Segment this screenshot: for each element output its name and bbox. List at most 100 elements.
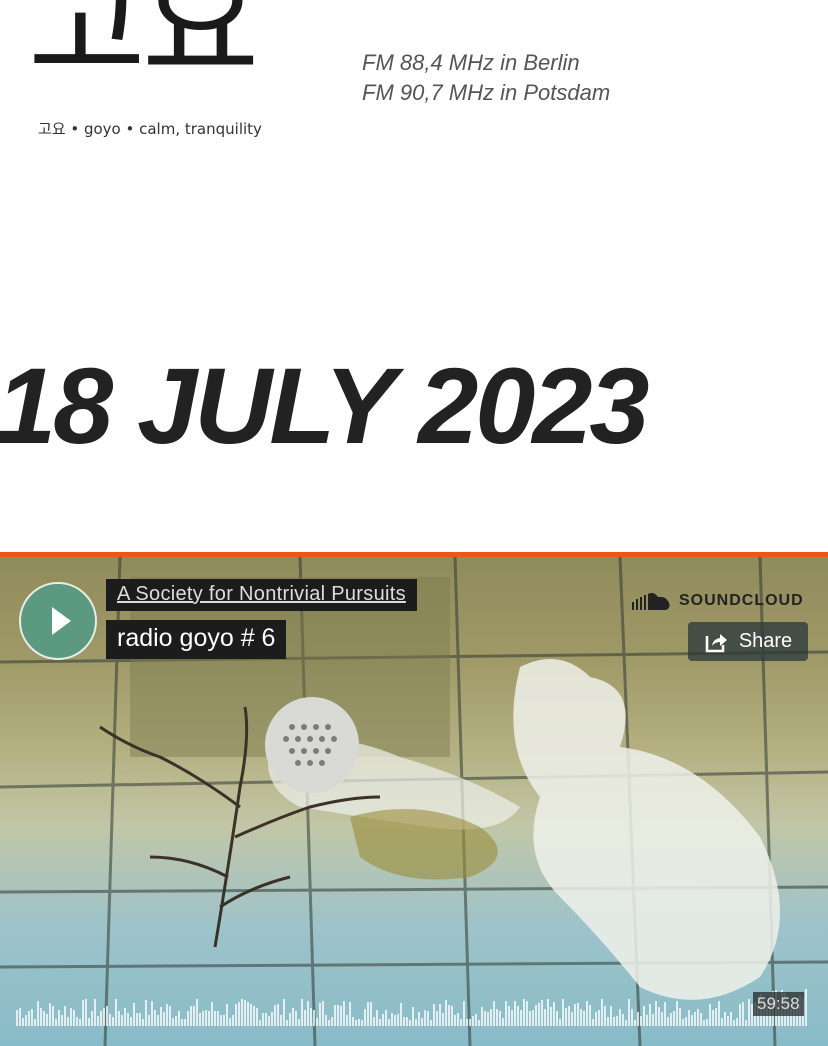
- waveform-bar: [523, 999, 525, 1026]
- waveform-bar: [172, 1018, 174, 1026]
- waveform-bar: [436, 1011, 438, 1026]
- waveform-bar: [190, 1006, 192, 1026]
- waveform-bar: [559, 1019, 561, 1026]
- waveform-bar: [208, 1011, 210, 1026]
- waveform-bar: [64, 1006, 66, 1026]
- waveform-bar: [22, 1018, 24, 1026]
- waveform-bar: [19, 1008, 21, 1026]
- waveform-bar: [505, 1001, 507, 1026]
- waveform-bar: [70, 1008, 72, 1026]
- waveform-bar: [274, 1005, 276, 1026]
- track-artist-link[interactable]: A Society for Nontrivial Pursuits: [106, 579, 417, 611]
- share-label: Share: [738, 630, 793, 652]
- waveform-bar: [607, 1017, 609, 1026]
- waveform-bar: [727, 1016, 729, 1026]
- waveform-bar: [85, 999, 87, 1026]
- waveform-bar: [466, 1019, 468, 1026]
- waveform-bar: [517, 1006, 519, 1026]
- waveform-bar: [655, 1001, 657, 1026]
- waveform-bar: [124, 1008, 126, 1026]
- waveform-bar: [490, 1009, 492, 1026]
- waveform-bar: [376, 1010, 378, 1026]
- waveform-bar: [535, 1005, 537, 1026]
- soundcloud-icon: [632, 593, 670, 610]
- waveform-bar: [241, 999, 243, 1026]
- waveform-bar: [202, 1011, 204, 1026]
- waveform-bar: [49, 1003, 51, 1026]
- waveform-bar: [562, 999, 564, 1026]
- waveform-bar: [718, 1001, 720, 1026]
- waveform-bar: [628, 999, 630, 1026]
- waveform-bar: [493, 1001, 495, 1026]
- share-button[interactable]: Share: [688, 622, 808, 661]
- waveform-bar: [265, 1013, 267, 1026]
- waveform-bar: [142, 1019, 144, 1026]
- waveform-bar: [583, 1011, 585, 1026]
- waveform-bar: [688, 1010, 690, 1026]
- track-title-link[interactable]: radio goyo # 6: [106, 620, 287, 659]
- waveform-bar: [568, 1006, 570, 1026]
- waveform-bar: [244, 1000, 246, 1026]
- waveform-bar: [262, 1013, 264, 1026]
- track-duration: 59:58: [753, 992, 804, 1016]
- waveform-bar: [379, 1019, 381, 1026]
- waveform-bar: [589, 1005, 591, 1026]
- waveform-bar: [640, 1016, 642, 1026]
- waveform-bar: [478, 1020, 480, 1026]
- waveform-bar: [238, 1002, 240, 1026]
- waveform-bar: [676, 1001, 678, 1026]
- waveform-bar: [337, 1005, 339, 1026]
- waveform-bar: [277, 1004, 279, 1026]
- waveform-bar: [28, 1011, 30, 1026]
- waveform-bar: [118, 1011, 120, 1026]
- site-logo[interactable]: 고요 고요 • goyo • calm, tranquility: [28, 0, 298, 145]
- waveform-bar: [442, 1013, 444, 1026]
- waveform-bar: [403, 1017, 405, 1026]
- waveform-bar: [34, 1019, 36, 1026]
- soundcloud-logo[interactable]: SOUNDCLOUD: [632, 588, 804, 614]
- waveform-bar: [622, 1014, 624, 1026]
- waveform-bar: [325, 1015, 327, 1026]
- waveform-bar: [199, 1013, 201, 1026]
- waveform-bar: [313, 1010, 315, 1026]
- waveform-bar: [253, 1006, 255, 1026]
- waveform-bar: [529, 1011, 531, 1026]
- waveform-bar: [184, 1019, 186, 1026]
- waveform-bar: [289, 1013, 291, 1026]
- waveform-bar: [127, 1013, 129, 1026]
- waveform-bar: [220, 1015, 222, 1026]
- waveform-bar: [736, 1018, 738, 1026]
- waveform-bar: [739, 1004, 741, 1026]
- waveform-bar: [604, 1006, 606, 1026]
- frequency-berlin: FM 88,4 MHz in Berlin: [362, 50, 580, 75]
- waveform-bar: [445, 1000, 447, 1026]
- waveform-bar: [322, 1001, 324, 1026]
- waveform-bar: [340, 1006, 342, 1026]
- waveform-bar: [742, 1002, 744, 1026]
- play-button[interactable]: [19, 582, 97, 660]
- waveform-bar: [316, 1018, 318, 1026]
- waveform-bar: [67, 1017, 69, 1026]
- share-icon: [705, 633, 727, 652]
- waveform-bar: [163, 1012, 165, 1026]
- waveform-bar: [133, 1003, 135, 1026]
- waveform-bar: [217, 1011, 219, 1026]
- waveform-bar: [37, 1001, 39, 1026]
- waveform-scrubber[interactable]: [16, 982, 808, 1026]
- waveform-bar: [418, 1012, 420, 1026]
- waveform-bar: [394, 1015, 396, 1026]
- waveform-bar: [55, 1019, 57, 1026]
- waveform-bar: [694, 1012, 696, 1026]
- waveform-bar: [304, 1010, 306, 1026]
- waveform-bar: [121, 1015, 123, 1026]
- waveform-bar: [610, 1006, 612, 1026]
- waveform-bar: [547, 999, 549, 1026]
- logo-tagline: 고요 • goyo • calm, tranquility: [38, 120, 262, 138]
- waveform-bar: [298, 1019, 300, 1026]
- waveform-bar: [649, 1004, 651, 1026]
- waveform-bar: [475, 1014, 477, 1026]
- waveform-bar: [673, 1011, 675, 1026]
- waveform-bar: [472, 1016, 474, 1026]
- waveform-bar: [256, 1008, 258, 1026]
- waveform-bar: [661, 1012, 663, 1026]
